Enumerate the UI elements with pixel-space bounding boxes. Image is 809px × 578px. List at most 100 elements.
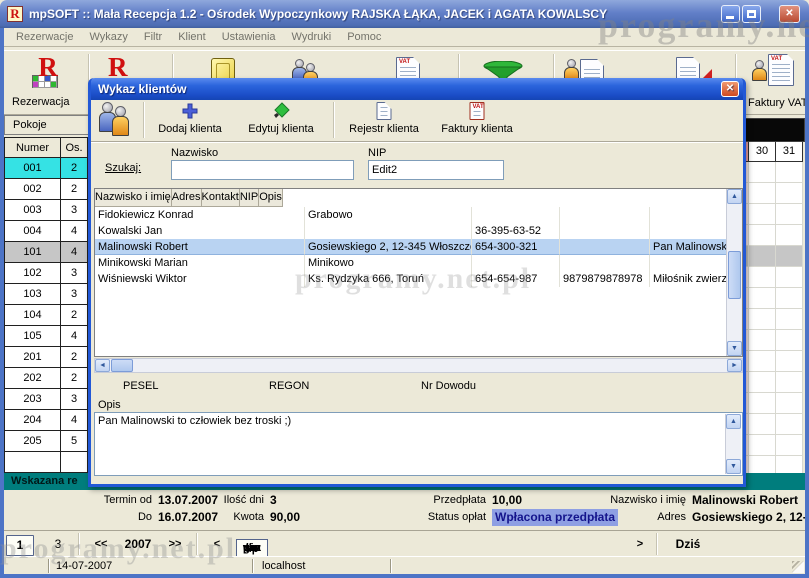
resize-grip[interactable] xyxy=(792,561,804,573)
menu-item[interactable]: Wykazy xyxy=(81,28,135,46)
room-row[interactable]: 104 2 xyxy=(5,305,88,326)
column-header[interactable]: Opis xyxy=(259,189,283,207)
scroll-left-icon[interactable]: ◄ xyxy=(95,359,110,372)
prev-year-button[interactable]: << xyxy=(88,535,114,554)
menu-item[interactable]: Klient xyxy=(170,28,214,46)
rezerwacja-label: Rezerwacja xyxy=(12,96,69,108)
nazwisko-label: Nazwisko i imię xyxy=(559,492,686,509)
scroll-up-icon[interactable]: ▲ xyxy=(727,189,742,204)
scroll-down-icon[interactable]: ▼ xyxy=(727,341,742,356)
menu-item[interactable]: Filtr xyxy=(136,28,170,46)
next-month-button[interactable]: > xyxy=(632,535,648,554)
add-client-button[interactable]: Dodaj klienta xyxy=(149,100,231,138)
column-header[interactable]: Kontakt xyxy=(202,189,240,207)
client-row[interactable]: Fidokiewicz Konrad Grabowo xyxy=(95,207,742,223)
room-row[interactable]: 001 2 xyxy=(5,158,88,179)
room-row[interactable]: 205 5 xyxy=(5,431,88,452)
scroll-up-icon[interactable]: ▲ xyxy=(726,414,741,429)
client-register-button[interactable]: Rejestr klienta xyxy=(339,100,429,138)
client-row[interactable]: Malinowski Robert Gosiewskiego 2, 12-345… xyxy=(95,239,742,255)
room-os-cell: 4 xyxy=(61,326,88,347)
room-row[interactable]: 204 4 xyxy=(5,410,88,431)
close-button[interactable]: ✕ xyxy=(779,5,800,23)
table-vertical-scrollbar[interactable]: ▲ ▼ xyxy=(726,189,742,356)
client-row[interactable]: Kowalski Jan 36-395-63-52 xyxy=(95,223,742,239)
scroll-right-icon[interactable]: ► xyxy=(727,359,742,372)
menu-item[interactable]: Rezerwacje xyxy=(8,28,81,46)
calendar-day-header: 30 xyxy=(749,142,776,162)
prev-month-button[interactable]: < xyxy=(209,535,225,554)
opis-vertical-scrollbar[interactable]: ▲ ▼ xyxy=(725,414,741,474)
room-number-cell: 002 xyxy=(5,179,61,200)
next-year-button[interactable]: >> xyxy=(162,535,188,554)
scroll-thumb[interactable] xyxy=(111,359,133,372)
rooms-panel: Pokoje Numer Os. 001 2 002 2 003 3 004 4… xyxy=(4,115,89,473)
nazwisko-value: Malinowski Robert xyxy=(692,492,798,509)
nip-search-label: NIP xyxy=(368,147,386,159)
menu-item[interactable]: Pomoc xyxy=(339,28,389,46)
table-horizontal-scrollbar[interactable]: ◄ ► xyxy=(94,358,743,373)
statusbar-separator xyxy=(390,559,392,573)
status-oplat-label: Status opłat xyxy=(384,509,486,526)
menu-item[interactable]: Wydruki xyxy=(284,28,340,46)
nr-dowodu-label: Nr Dowodu xyxy=(421,380,476,392)
room-row[interactable]: 102 3 xyxy=(5,263,88,284)
cell-opis xyxy=(650,207,726,223)
app-logo-icon: R xyxy=(7,6,23,22)
dialog-titlebar: Wykaz klientów ✕ xyxy=(91,78,743,100)
room-number-cell: 204 xyxy=(5,410,61,431)
client-row[interactable]: Wiśniewski Wiktor Ks. Rydzyka 666, Toruń… xyxy=(95,271,742,287)
menu-item[interactable]: Ustawienia xyxy=(214,28,284,46)
opis-textarea[interactable]: Pan Malinowski to człowiek bez troski ;)… xyxy=(94,412,743,476)
room-row[interactable]: 003 3 xyxy=(5,200,88,221)
client-row[interactable]: Minikowski Marian Minikowo xyxy=(95,255,742,271)
room-number-cell: 102 xyxy=(5,263,61,284)
cell-nazwisko: Minikowski Marian xyxy=(95,255,305,271)
minimize-button[interactable] xyxy=(721,5,740,23)
scroll-down-icon[interactable]: ▼ xyxy=(726,459,741,474)
cell-adres: Minikowo xyxy=(305,255,472,271)
column-header[interactable]: NIP xyxy=(240,189,259,207)
year-label: 2007 xyxy=(116,535,160,554)
page-button[interactable]: 1 xyxy=(6,535,34,556)
cell-nazwisko: Kowalski Jan xyxy=(95,223,305,239)
room-row[interactable]: 105 4 xyxy=(5,326,88,347)
dialog-close-button[interactable]: ✕ xyxy=(721,81,739,97)
room-row[interactable]: 202 2 xyxy=(5,368,88,389)
adres-label: Adres xyxy=(559,509,686,526)
room-row[interactable] xyxy=(5,452,88,473)
cell-adres: Ks. Rydzyka 666, Toruń xyxy=(305,271,472,287)
room-row[interactable]: 004 4 xyxy=(5,221,88,242)
nazwisko-search-input[interactable] xyxy=(171,160,354,180)
faktury-vat-label: Faktury VAT xyxy=(748,97,808,109)
calendar-day-header: 31 xyxy=(776,142,803,162)
room-row[interactable]: 201 2 xyxy=(5,347,88,368)
room-row[interactable]: 203 3 xyxy=(5,389,88,410)
edit-client-button[interactable]: Edytuj klienta xyxy=(235,100,327,138)
room-row[interactable]: 002 2 xyxy=(5,179,88,200)
cell-kontakt: 654-300-321 xyxy=(472,239,560,255)
cell-adres: Gosiewskiego 2, 12-345 Włoszczo xyxy=(305,239,472,255)
wykaz-rezerwacji-button[interactable]: R xyxy=(108,55,128,79)
calendar-cell xyxy=(776,288,803,309)
room-number-cell: 105 xyxy=(5,326,61,347)
room-os-cell: 3 xyxy=(61,284,88,305)
faktury-vat-button[interactable]: VAT xyxy=(752,54,800,94)
minimize-icon xyxy=(726,16,734,19)
nip-search-input[interactable] xyxy=(368,160,504,180)
room-row[interactable]: 101 4 xyxy=(5,242,88,263)
scroll-thumb[interactable] xyxy=(728,251,741,299)
window-titlebar: R mpSOFT :: Mała Recepcja 1.2 - Ośrodek … xyxy=(0,0,809,28)
room-os-cell: 3 xyxy=(61,389,88,410)
today-button[interactable]: Dziś xyxy=(668,535,708,554)
column-header[interactable]: Adres xyxy=(172,189,202,207)
calendar-cell xyxy=(749,183,776,204)
column-header[interactable]: Nazwisko i imię xyxy=(95,189,172,207)
rezerwacja-button[interactable]: R xyxy=(22,55,74,88)
room-row[interactable]: 103 3 xyxy=(5,284,88,305)
opis-text: Pan Malinowski to człowiek bez troski ;) xyxy=(98,414,722,428)
client-invoices-button[interactable]: VAT Faktury klienta xyxy=(431,100,523,138)
cell-kontakt: 654-654-987 xyxy=(472,271,560,287)
maximize-button[interactable] xyxy=(742,5,761,23)
calendar-cell xyxy=(749,309,776,330)
